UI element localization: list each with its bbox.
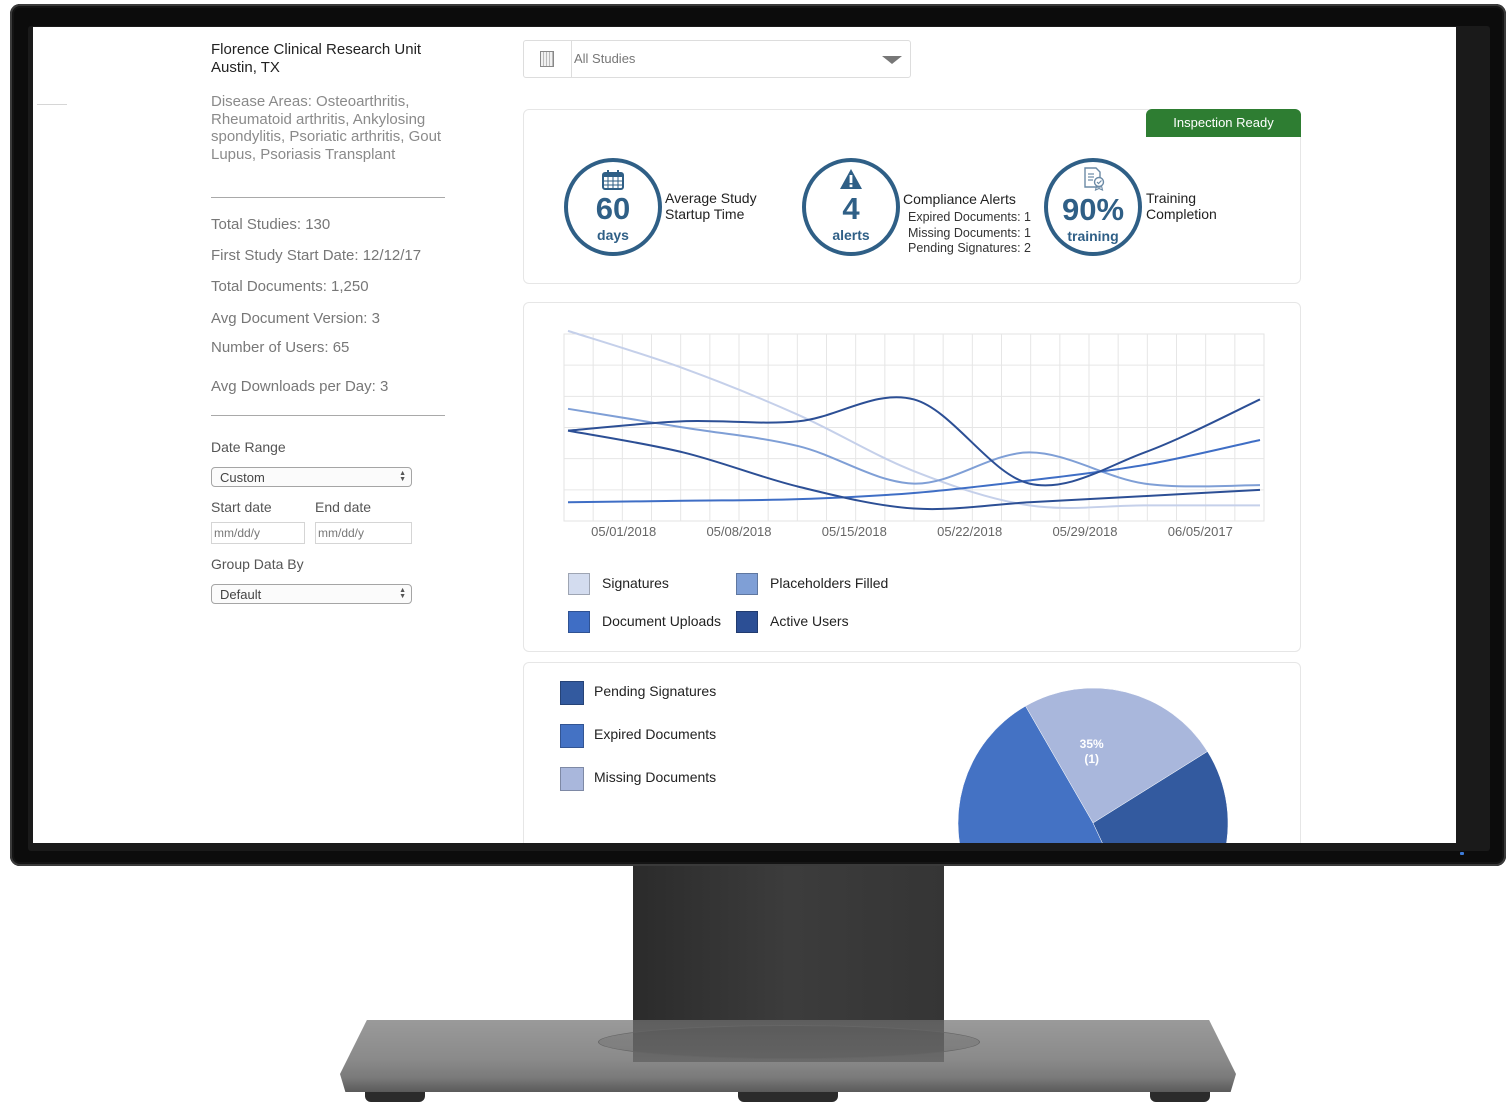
select-arrows-icon: ▲ ▼ bbox=[399, 587, 406, 600]
end-date-input[interactable]: mm/dd/y bbox=[315, 522, 412, 544]
compliance-alerts-title: Compliance Alerts bbox=[903, 191, 1016, 207]
monitor-stand-swivel-ring bbox=[598, 1025, 980, 1059]
sidebar-divider bbox=[211, 197, 445, 198]
pie-label-percent: 35% bbox=[1080, 737, 1104, 751]
compliance-alerts-value: 4 bbox=[842, 191, 860, 226]
study-selector-icon-box bbox=[524, 41, 572, 77]
group-by-value: Default bbox=[220, 587, 262, 602]
site-name: Florence Clinical Research Unit bbox=[211, 41, 422, 58]
training-title-line: Completion bbox=[1146, 206, 1217, 222]
stat-number-of-users: Number of Users: 65 bbox=[211, 339, 350, 356]
x-tick-label: 06/05/2017 bbox=[1168, 524, 1233, 539]
alerts-pie-chart: 35%(1)35%(1)50%(2) bbox=[957, 687, 1229, 843]
startup-time-ring: 60 days bbox=[564, 158, 662, 256]
legend-swatch bbox=[736, 573, 758, 595]
calendar-icon bbox=[602, 170, 624, 190]
legend-swatch bbox=[568, 611, 590, 633]
compliance-alerts-ring: 4 alerts bbox=[802, 158, 900, 256]
x-tick-label: 05/15/2018 bbox=[822, 524, 887, 539]
certificate-icon bbox=[1084, 167, 1105, 191]
stat-total-documents: Total Documents: 1,250 bbox=[211, 278, 369, 295]
compliance-alerts-unit: alerts bbox=[832, 227, 870, 243]
compliance-alerts-details: Expired Documents: 1 Missing Documents: … bbox=[908, 210, 1031, 257]
activity-chart-card: 05/01/2018 05/08/2018 05/15/2018 05/22/2018… bbox=[523, 302, 1301, 652]
date-range-value: Custom bbox=[220, 470, 265, 485]
x-tick-label: 05/22/2018 bbox=[937, 524, 1002, 539]
start-date-input[interactable]: mm/dd/y bbox=[211, 522, 305, 544]
group-by-select[interactable]: Default ▲ ▼ bbox=[211, 584, 412, 604]
training-completion-ring: 90% training bbox=[1044, 158, 1142, 256]
date-range-label: Date Range bbox=[211, 439, 286, 455]
startup-time-title-line: Average Study bbox=[665, 190, 757, 206]
startup-time-title: Average Study Startup Time bbox=[665, 190, 757, 222]
disease-areas: Disease Areas: Osteoarthritis, Rheumatoi… bbox=[211, 93, 442, 163]
power-led bbox=[1460, 852, 1464, 855]
training-completion-title: Training Completion bbox=[1146, 190, 1217, 222]
study-selector[interactable]: All Studies bbox=[523, 40, 911, 78]
select-arrows-icon: ▲ ▼ bbox=[399, 470, 406, 483]
training-title-line: Training bbox=[1146, 190, 1197, 206]
startup-time-title-line: Startup Time bbox=[665, 206, 745, 222]
site-location: Austin, TX bbox=[211, 59, 280, 76]
stat-avg-document-version: Avg Document Version: 3 bbox=[211, 310, 380, 327]
legend-swatch bbox=[736, 611, 758, 633]
monitor-stand-neck bbox=[633, 866, 944, 1036]
monitor-foot bbox=[1150, 1092, 1210, 1102]
start-date-label: Start date bbox=[211, 499, 272, 515]
kpi-card: Inspection Ready 60 days Average Study S… bbox=[523, 109, 1301, 284]
warning-icon bbox=[840, 169, 862, 189]
legend-swatch bbox=[568, 573, 590, 595]
monitor-foot bbox=[738, 1092, 838, 1102]
site-sidebar: Florence Clinical Research Unit Austin, … bbox=[211, 41, 451, 604]
training-completion-unit: training bbox=[1067, 228, 1119, 244]
legend-label: Document Uploads bbox=[602, 613, 722, 629]
legend-label: Active Users bbox=[770, 613, 849, 629]
x-tick-label: 05/29/2018 bbox=[1052, 524, 1117, 539]
x-tick-label: 05/08/2018 bbox=[706, 524, 771, 539]
alerts-pie-card: Pending Signatures Expired Documents Mis… bbox=[523, 662, 1301, 843]
legend-label: Signatures bbox=[602, 575, 669, 591]
chart-x-ticks: 05/01/2018 05/08/2018 05/15/2018 05/22/2018… bbox=[591, 524, 1233, 539]
activity-line-chart: 05/01/2018 05/08/2018 05/15/2018 05/22/2018… bbox=[563, 329, 1265, 539]
study-selector-value: All Studies bbox=[574, 51, 636, 66]
monitor-foot bbox=[365, 1092, 425, 1102]
alert-detail-pending: Pending Signatures: 2 bbox=[908, 241, 1032, 255]
end-date-label: End date bbox=[315, 499, 372, 515]
chevron-down-icon[interactable] bbox=[882, 56, 902, 64]
stat-avg-downloads: Avg Downloads per Day: 3 bbox=[211, 378, 389, 395]
building-icon bbox=[540, 51, 554, 67]
startup-time-unit: days bbox=[597, 227, 629, 243]
header-divider-left bbox=[37, 104, 67, 105]
x-tick-label: 05/01/2018 bbox=[591, 524, 656, 539]
stat-total-studies: Total Studies: 130 bbox=[211, 216, 331, 233]
alert-detail-expired: Expired Documents: 1 bbox=[908, 210, 1031, 224]
inspection-ready-badge: Inspection Ready bbox=[1146, 109, 1301, 137]
sidebar-divider bbox=[211, 415, 445, 416]
training-completion-value: 90% bbox=[1061, 192, 1125, 227]
alert-detail-missing: Missing Documents: 1 bbox=[908, 225, 1031, 240]
stat-first-study-date: First Study Start Date: 12/12/17 bbox=[211, 247, 422, 264]
startup-time-value: 60 bbox=[595, 191, 631, 226]
legend-label: Placeholders Filled bbox=[770, 575, 889, 591]
pie-label-count: (1) bbox=[1084, 752, 1099, 766]
group-by-label: Group Data By bbox=[211, 556, 304, 572]
screen: Florence Clinical Research Unit Austin, … bbox=[33, 27, 1456, 843]
date-range-select[interactable]: Custom ▲ ▼ bbox=[211, 467, 412, 487]
